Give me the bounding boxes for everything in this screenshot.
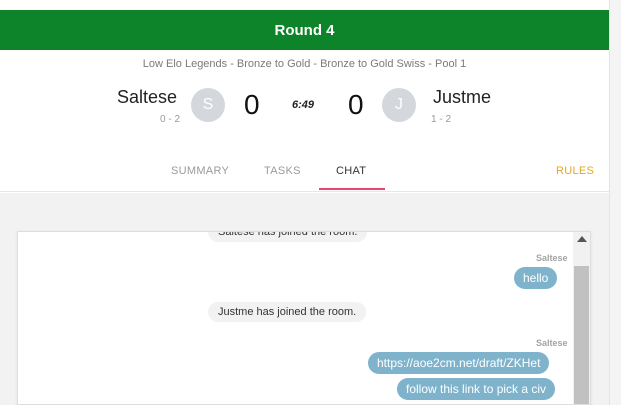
system-message: Justme has joined the room. — [208, 302, 367, 322]
match-subtitle: Low Elo Legends - Bronze to Gold - Bronz… — [142, 58, 467, 70]
round-header: Round 4 — [0, 10, 609, 50]
player2-name: Justme — [433, 87, 492, 107]
message-sender: Saltese — [536, 253, 568, 263]
player2-score: 0 — [348, 89, 364, 120]
chat-message-bubble[interactable]: https://aoe2cm.net/draft/ZKHet — [368, 352, 550, 374]
chat-message-bubble: hello — [514, 267, 558, 289]
window-edge — [609, 0, 621, 405]
scroll-up-icon[interactable] — [577, 236, 587, 242]
tab-chat[interactable]: CHAT — [336, 165, 366, 177]
match-tabs: SUMMARY TASKS CHAT RULES — [0, 150, 609, 192]
player1-name: Saltese — [117, 87, 178, 107]
player2-record: 1 - 2 — [431, 114, 452, 125]
tab-tasks[interactable]: TASKS — [264, 165, 301, 177]
player1-record: 0 - 2 — [160, 114, 181, 125]
chat-scrollbar[interactable] — [573, 232, 590, 404]
system-message: Saltese has joined the room. — [208, 232, 368, 242]
player1-score: 0 — [244, 89, 260, 120]
player1-avatar: S — [191, 88, 225, 122]
active-tab-indicator — [319, 188, 385, 190]
tab-summary[interactable]: SUMMARY — [171, 165, 229, 177]
message-sender: Saltese — [536, 338, 568, 348]
chat-box: Saltese has joined the room. Saltese hel… — [17, 231, 591, 405]
player2-avatar: J — [382, 88, 416, 122]
rules-link[interactable]: RULES — [556, 165, 594, 177]
scroll-thumb[interactable] — [574, 266, 589, 404]
round-title: Round 4 — [274, 21, 335, 39]
match-timer: 6:49 — [292, 99, 315, 111]
chat-message-bubble: follow this link to pick a civ — [397, 378, 556, 400]
